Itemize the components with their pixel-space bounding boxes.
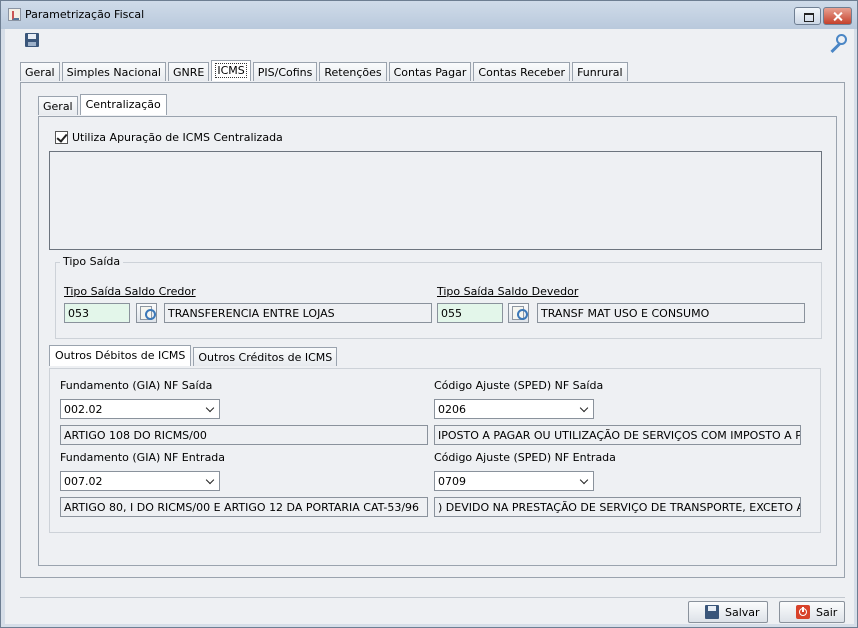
tab-retencoes[interactable]: Retenções <box>319 62 387 81</box>
cod-entrada-label: Código Ajuste (SPED) NF Entrada <box>434 451 616 464</box>
tab-pis-cofins[interactable]: PIS/Cofins <box>252 62 318 81</box>
subtab-geral[interactable]: Geral <box>38 96 78 115</box>
sub-tab-bar: Geral Centralização <box>38 94 169 115</box>
tab-outros-creditos[interactable]: Outros Créditos de ICMS <box>193 347 338 366</box>
save-button-label: Salvar <box>725 605 760 619</box>
devedor-code-input[interactable]: 055 <box>437 303 503 323</box>
lojas-area[interactable] <box>49 151 822 250</box>
cod-saida-select[interactable]: 0206 <box>434 399 594 419</box>
window-title: Parametrização Fiscal <box>25 8 145 21</box>
exit-button-label: Sair <box>816 605 838 619</box>
title-bar: Parametrização Fiscal <box>1 1 857 29</box>
centralizada-checkbox-row[interactable]: Utiliza Apuração de ICMS Centralizada <box>55 131 283 144</box>
restore-button[interactable] <box>794 7 821 25</box>
close-button[interactable] <box>823 7 852 25</box>
credor-label: Tipo Saída Saldo Credor <box>64 285 196 298</box>
outros-debitos-panel: Fundamento (GIA) NF Saída 002.02 ARTIGO … <box>49 368 821 533</box>
chevron-down-icon <box>205 403 215 413</box>
floppy-disk-icon <box>705 605 719 619</box>
devedor-description: TRANSF MAT USO E CONSUMO <box>537 303 805 323</box>
chevron-down-icon <box>579 403 589 413</box>
chevron-down-icon <box>205 475 215 485</box>
exit-button[interactable]: Sair <box>779 601 845 623</box>
credor-lookup-icon[interactable] <box>136 303 157 323</box>
credor-description: TRANSFERENCIA ENTRE LOJAS <box>164 303 432 323</box>
tab-gnre[interactable]: GNRE <box>167 62 210 81</box>
tab-icms[interactable]: ICMS <box>211 60 251 81</box>
window: Parametrização Fiscal Geral Simples Naci… <box>0 0 858 628</box>
credor-code-input[interactable]: 053 <box>64 303 130 323</box>
fund-saida-desc: ARTIGO 108 DO RICMS/00 <box>60 425 428 445</box>
save-button[interactable]: Salvar <box>688 601 768 623</box>
tipo-saida-title: Tipo Saída <box>60 255 124 268</box>
content-area: Geral Simples Nacional GNRE ICMS PIS/Cof… <box>5 29 854 624</box>
fund-entrada-desc: ARTIGO 80, I DO RICMS/00 E ARTIGO 12 DA … <box>60 497 428 517</box>
debitos-creditos-tab-bar: Outros Débitos de ICMS Outros Créditos d… <box>49 345 339 366</box>
java-cup-icon <box>8 8 21 21</box>
cod-saida-label: Código Ajuste (SPED) NF Saída <box>434 379 604 392</box>
tab-funrural[interactable]: Funrural <box>572 62 628 81</box>
tab-outros-debitos[interactable]: Outros Débitos de ICMS <box>49 345 192 366</box>
tab-contas-receber[interactable]: Contas Receber <box>473 62 571 81</box>
floppy-disk-icon[interactable] <box>25 33 39 47</box>
devedor-label: Tipo Saída Saldo Devedor <box>437 285 579 298</box>
fund-entrada-label: Fundamento (GIA) NF Entrada <box>60 451 226 464</box>
tab-contas-pagar[interactable]: Contas Pagar <box>388 62 472 81</box>
centralizada-label: Utiliza Apuração de ICMS Centralizada <box>72 131 283 144</box>
devedor-lookup-icon[interactable] <box>508 303 529 323</box>
key-icon[interactable] <box>827 33 847 51</box>
power-icon <box>796 605 810 619</box>
fund-saida-select[interactable]: 002.02 <box>60 399 220 419</box>
cod-saida-desc: IPOSTO A PAGAR OU UTILIZAÇÃO DE SERVIÇOS… <box>434 425 801 445</box>
tipo-saida-group: Tipo Saída Tipo Saída Saldo Credor 053 T… <box>55 255 822 339</box>
tab-simples-nacional[interactable]: Simples Nacional <box>61 62 166 81</box>
centralizada-checkbox[interactable] <box>55 131 68 144</box>
fund-saida-label: Fundamento (GIA) NF Saída <box>60 379 213 392</box>
fund-entrada-select[interactable]: 007.02 <box>60 471 220 491</box>
footer-separator <box>20 597 845 598</box>
centralizacao-panel: Utiliza Apuração de ICMS Centralizada Ti… <box>38 116 837 566</box>
subtab-centralizacao[interactable]: Centralização <box>79 94 167 115</box>
cod-entrada-desc: ) DEVIDO NA PRESTAÇÃO DE SERVIÇO DE TRAN… <box>434 497 801 517</box>
main-tab-bar: Geral Simples Nacional GNRE ICMS PIS/Cof… <box>20 60 630 82</box>
chevron-down-icon <box>579 475 589 485</box>
icms-panel: Geral Centralização Utiliza Apuração de … <box>20 82 845 578</box>
tab-geral[interactable]: Geral <box>20 62 60 81</box>
cod-entrada-select[interactable]: 0709 <box>434 471 594 491</box>
